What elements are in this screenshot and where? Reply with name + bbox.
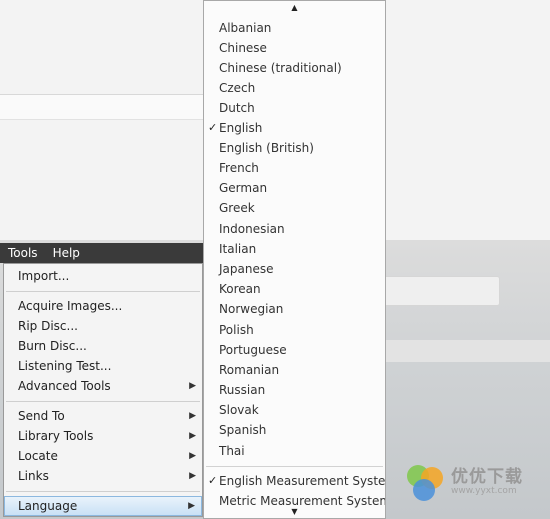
checkmark-icon: ✓ (208, 474, 218, 487)
submenu-arrow-icon: ▶ (189, 411, 196, 421)
language-label: Japanese (219, 262, 274, 276)
language-submenu: ▲ Albanian Chinese Chinese (traditional)… (203, 0, 386, 519)
language-item-thai[interactable]: Thai (204, 441, 385, 461)
menu-separator (6, 401, 200, 402)
language-item-korean[interactable]: Korean (204, 279, 385, 299)
menu-item-label: Burn Disc... (18, 339, 87, 353)
language-label: French (219, 161, 259, 175)
language-item-slovak[interactable]: Slovak (204, 400, 385, 420)
tools-menu: Import... Acquire Images... Rip Disc... … (3, 263, 203, 517)
language-item-chinese[interactable]: Chinese (204, 38, 385, 58)
language-label: English (219, 121, 263, 135)
menu-item-label: Language (18, 499, 78, 513)
background-toolbar-band (0, 95, 210, 120)
measurement-label: English Measurement System (219, 474, 385, 488)
language-item-english-british[interactable]: English (British) (204, 138, 385, 158)
watermark-url: www.yyxt.com (451, 486, 517, 497)
language-item-greek[interactable]: Greek (204, 198, 385, 218)
language-item-spanish[interactable]: Spanish (204, 420, 385, 440)
language-label: Spanish (219, 423, 267, 437)
language-label: Polish (219, 323, 254, 337)
menu-item-label: Send To (18, 409, 65, 423)
language-item-japanese[interactable]: Japanese (204, 259, 385, 279)
menu-item-links[interactable]: Links ▶ (4, 466, 202, 486)
language-item-portuguese[interactable]: Portuguese (204, 340, 385, 360)
menu-item-label: Locate (18, 449, 58, 463)
menu-item-label: Links (18, 469, 49, 483)
menu-item-burn-disc[interactable]: Burn Disc... (4, 336, 202, 356)
scroll-up-icon[interactable]: ▲ (204, 2, 385, 14)
language-item-indonesian[interactable]: Indonesian (204, 219, 385, 239)
menu-help[interactable]: Help (45, 246, 87, 260)
submenu-separator (206, 466, 383, 467)
menu-separator (6, 491, 200, 492)
language-label: Norwegian (219, 302, 284, 316)
watermark-title: 优优下载 (451, 467, 523, 488)
menu-item-advanced-tools[interactable]: Advanced Tools ▶ (4, 376, 202, 396)
menu-separator (6, 291, 200, 292)
menu-item-acquire-images[interactable]: Acquire Images... (4, 296, 202, 316)
menu-item-rip-disc[interactable]: Rip Disc... (4, 316, 202, 336)
menu-item-locate[interactable]: Locate ▶ (4, 446, 202, 466)
submenu-arrow-icon: ▶ (189, 451, 196, 461)
menu-item-label: Listening Test... (18, 359, 112, 373)
menu-tools[interactable]: Tools (0, 246, 45, 260)
language-label: Albanian (219, 21, 272, 35)
language-item-romanian[interactable]: Romanian (204, 360, 385, 380)
checkmark-icon: ✓ (208, 121, 218, 134)
language-label: Dutch (219, 101, 255, 115)
menu-item-import[interactable]: Import... (4, 266, 202, 286)
menu-item-listening-test[interactable]: Listening Test... (4, 356, 202, 376)
language-item-french[interactable]: French (204, 158, 385, 178)
watermark: 优优下载 www.yyxt.com (405, 464, 545, 502)
language-item-polish[interactable]: Polish (204, 320, 385, 340)
language-item-albanian[interactable]: Albanian (204, 18, 385, 38)
measurement-item-english[interactable]: ✓ English Measurement System (204, 471, 385, 491)
language-item-dutch[interactable]: Dutch (204, 98, 385, 118)
submenu-arrow-icon: ▶ (188, 501, 195, 511)
menu-item-send-to[interactable]: Send To ▶ (4, 406, 202, 426)
menu-item-language[interactable]: Language ▶ (4, 496, 202, 516)
submenu-arrow-icon: ▶ (189, 471, 196, 481)
language-label: Chinese (traditional) (219, 61, 342, 75)
language-item-czech[interactable]: Czech (204, 78, 385, 98)
submenu-arrow-icon: ▶ (189, 431, 196, 441)
language-label: Thai (219, 444, 245, 458)
language-item-italian[interactable]: Italian (204, 239, 385, 259)
menu-item-library-tools[interactable]: Library Tools ▶ (4, 426, 202, 446)
language-label: Chinese (219, 41, 267, 55)
language-label: German (219, 181, 268, 195)
language-label: Portuguese (219, 343, 287, 357)
language-label: Romanian (219, 363, 280, 377)
menu-item-label: Acquire Images... (18, 299, 123, 313)
language-item-english[interactable]: ✓ English (204, 118, 385, 138)
language-label: Indonesian (219, 222, 285, 236)
language-item-norwegian[interactable]: Norwegian (204, 299, 385, 319)
language-label: Russian (219, 383, 266, 397)
language-item-russian[interactable]: Russian (204, 380, 385, 400)
menu-item-label: Rip Disc... (18, 319, 78, 333)
scroll-down-icon[interactable]: ▼ (204, 506, 385, 518)
language-item-chinese-traditional[interactable]: Chinese (traditional) (204, 58, 385, 78)
language-label: Italian (219, 242, 257, 256)
submenu-arrow-icon: ▶ (189, 381, 196, 391)
menu-item-label: Library Tools (18, 429, 94, 443)
menu-item-label: Advanced Tools (18, 379, 111, 393)
language-label: Slovak (219, 403, 259, 417)
language-item-german[interactable]: German (204, 178, 385, 198)
language-label: English (British) (219, 141, 314, 155)
language-label: Greek (219, 201, 255, 215)
language-label: Czech (219, 81, 256, 95)
menu-bar: Tools Help (0, 243, 206, 263)
menu-item-label: Import... (18, 269, 70, 283)
watermark-logo-icon (405, 463, 445, 503)
language-label: Korean (219, 282, 261, 296)
